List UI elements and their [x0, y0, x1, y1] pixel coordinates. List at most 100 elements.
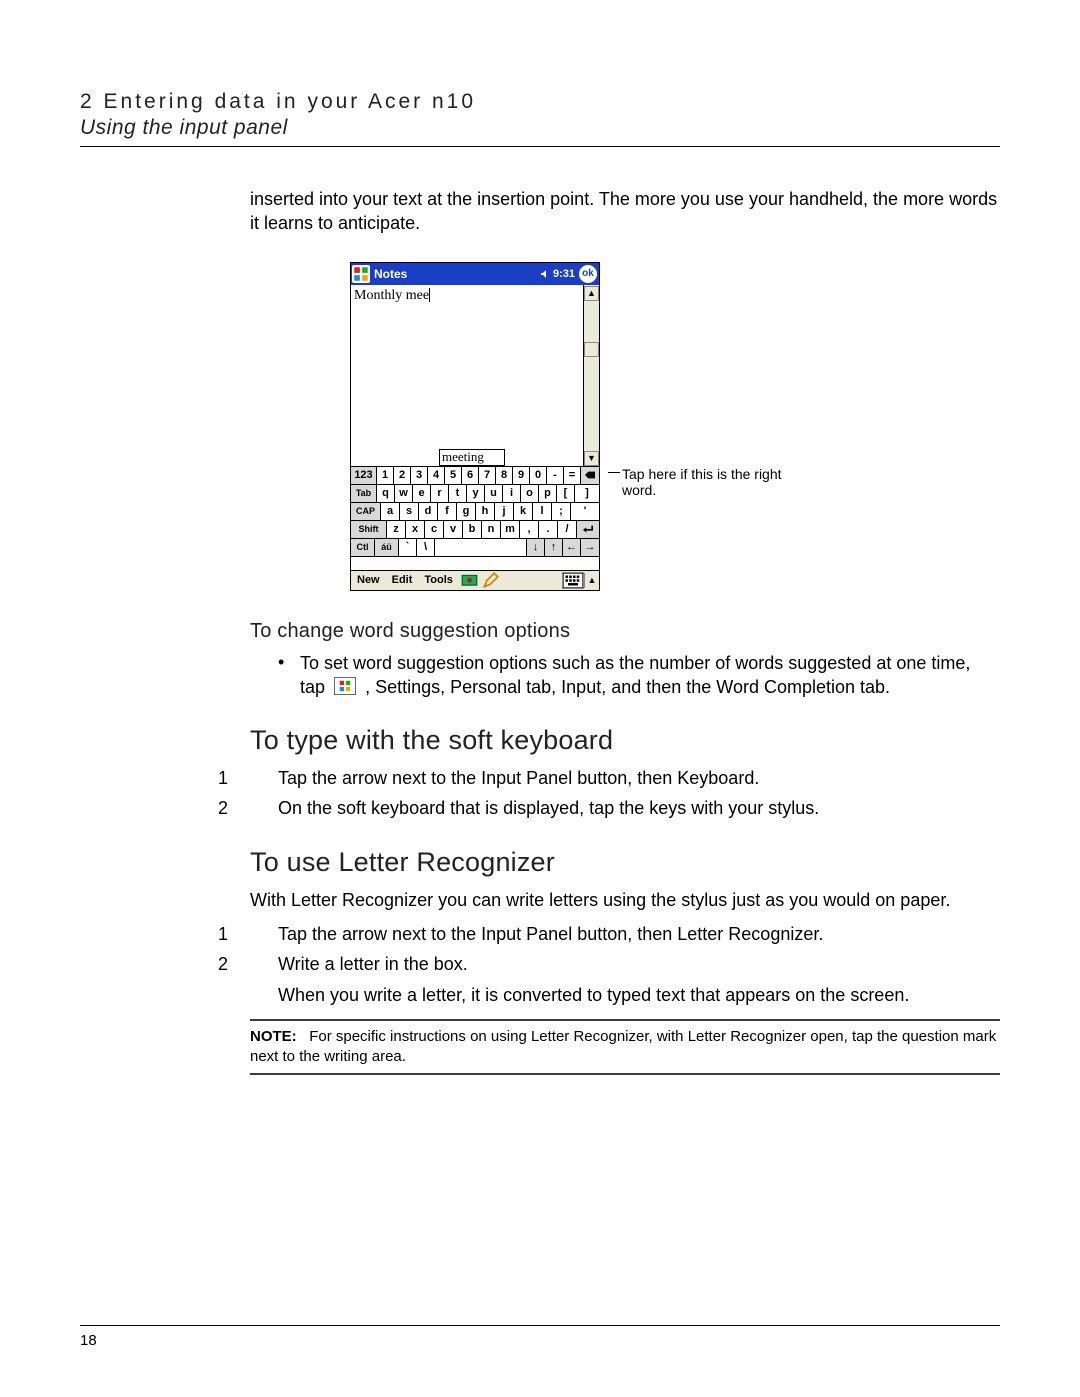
key-enter[interactable] — [577, 521, 599, 538]
heading-soft-keyboard: To type with the soft keyboard — [250, 725, 1000, 756]
key-comma[interactable]: , — [520, 521, 539, 538]
list-item: 2 On the soft keyboard that is displayed… — [278, 796, 1000, 820]
key-6[interactable]: 6 — [462, 467, 479, 484]
letter-rec-intro: With Letter Recognizer you can write let… — [250, 888, 1000, 912]
bullet-text: To set word suggestion options such as t… — [300, 651, 1000, 700]
menu-edit[interactable]: Edit — [386, 574, 419, 586]
key-s[interactable]: s — [400, 503, 419, 520]
note-text-area[interactable]: Monthly mee — [351, 285, 584, 467]
key-g[interactable]: g — [457, 503, 476, 520]
key-3[interactable]: 3 — [411, 467, 428, 484]
kb-row-5: Ctl áü ` \ ↓ ↑ ← → — [351, 538, 599, 556]
key-w[interactable]: w — [395, 485, 413, 502]
word-suggestion-popup[interactable]: meeting — [439, 449, 505, 466]
key-y[interactable]: y — [467, 485, 485, 502]
record-icon[interactable] — [461, 573, 478, 588]
step-number: 1 — [218, 766, 278, 790]
key-slash[interactable]: / — [558, 521, 577, 538]
soft-keyboard: 123 1 2 3 4 5 6 7 8 9 0 - = — [351, 466, 599, 571]
key-backspace[interactable] — [581, 467, 599, 484]
key-9[interactable]: 9 — [513, 467, 530, 484]
scroll-thumb[interactable] — [584, 342, 599, 357]
input-panel-keyboard-icon[interactable] — [562, 572, 584, 589]
text-caret — [429, 288, 430, 302]
key-5[interactable]: 5 — [445, 467, 462, 484]
pen-icon[interactable] — [482, 573, 499, 588]
key-4[interactable]: 4 — [428, 467, 445, 484]
key-2[interactable]: 2 — [394, 467, 411, 484]
scroll-up-icon[interactable]: ▲ — [584, 286, 599, 301]
key-quote[interactable]: ' — [571, 503, 599, 520]
key-shift[interactable]: Shift — [351, 521, 387, 538]
menu-new[interactable]: New — [351, 574, 386, 586]
kb-row-3: CAP a s d f g h j k l ; ' — [351, 502, 599, 520]
start-flag-icon[interactable] — [352, 265, 370, 283]
key-q[interactable]: q — [377, 485, 395, 502]
key-e[interactable]: e — [413, 485, 431, 502]
key-z[interactable]: z — [387, 521, 406, 538]
ok-button[interactable]: ok — [579, 265, 597, 283]
key-m[interactable]: m — [501, 521, 520, 538]
page-footer: 18 — [80, 1325, 1000, 1349]
key-7[interactable]: 7 — [479, 467, 496, 484]
key-t[interactable]: t — [449, 485, 467, 502]
key-a[interactable]: a — [381, 503, 400, 520]
key-o[interactable]: o — [521, 485, 539, 502]
key-tab[interactable]: Tab — [351, 485, 377, 502]
key-v[interactable]: v — [444, 521, 463, 538]
key-j[interactable]: j — [495, 503, 514, 520]
note-text: Monthly mee — [354, 288, 430, 304]
bullet-marker: • — [278, 651, 300, 700]
list-item: 1 Tap the arrow next to the Input Panel … — [278, 766, 1000, 790]
key-0[interactable]: 0 — [530, 467, 547, 484]
key-c[interactable]: c — [425, 521, 444, 538]
key-h[interactable]: h — [476, 503, 495, 520]
key-n[interactable]: n — [482, 521, 501, 538]
callout-text: Tap here if this is the right word. — [622, 466, 808, 500]
key-lbracket[interactable]: [ — [557, 485, 575, 502]
key-r[interactable]: r — [431, 485, 449, 502]
key-left[interactable]: ← — [563, 539, 581, 556]
figure-zone: Notes 9:31 ok Monthly mee — [350, 262, 1000, 592]
key-ctl[interactable]: Ctl — [351, 539, 375, 556]
step-text: Tap the arrow next to the Input Panel bu… — [278, 766, 759, 790]
speaker-icon — [540, 269, 550, 279]
key-accent[interactable]: áü — [375, 539, 399, 556]
key-up[interactable]: ↑ — [545, 539, 563, 556]
step-number: 2 — [218, 796, 278, 820]
scroll-down-icon[interactable]: ▼ — [584, 451, 599, 466]
note-body: For specific instructions on using Lette… — [250, 1028, 996, 1065]
key-right[interactable]: → — [581, 539, 599, 556]
key-b[interactable]: b — [463, 521, 482, 538]
key-k[interactable]: k — [514, 503, 533, 520]
step-text: Write a letter in the box. When you writ… — [278, 952, 909, 1007]
key-down[interactable]: ↓ — [527, 539, 545, 556]
menu-tools[interactable]: Tools — [418, 574, 459, 586]
key-semicolon[interactable]: ; — [552, 503, 571, 520]
key-f[interactable]: f — [438, 503, 457, 520]
key-space[interactable] — [435, 539, 527, 556]
input-panel-menu-arrow-icon[interactable]: ▲ — [584, 573, 599, 588]
key-u[interactable]: u — [485, 485, 503, 502]
bullet-item: • To set word suggestion options such as… — [278, 651, 1000, 700]
key-i[interactable]: i — [503, 485, 521, 502]
key-minus[interactable]: - — [547, 467, 564, 484]
key-1[interactable]: 1 — [377, 467, 394, 484]
key-period[interactable]: . — [539, 521, 558, 538]
key-backslash[interactable]: \ — [417, 539, 435, 556]
start-flag-icon — [334, 677, 356, 695]
key-8[interactable]: 8 — [496, 467, 513, 484]
key-d[interactable]: d — [419, 503, 438, 520]
step-text: On the soft keyboard that is displayed, … — [278, 796, 819, 820]
key-x[interactable]: x — [406, 521, 425, 538]
key-grave[interactable]: ` — [399, 539, 417, 556]
header-rule — [80, 146, 1000, 147]
key-rbracket[interactable]: ] — [575, 485, 599, 502]
key-caps[interactable]: CAP — [351, 503, 381, 520]
vertical-scrollbar[interactable]: ▲ ▼ — [583, 285, 599, 467]
step-number: 2 — [218, 952, 278, 1007]
key-123[interactable]: 123 — [351, 467, 377, 484]
key-equals[interactable]: = — [564, 467, 581, 484]
key-p[interactable]: p — [539, 485, 557, 502]
key-l[interactable]: l — [533, 503, 552, 520]
